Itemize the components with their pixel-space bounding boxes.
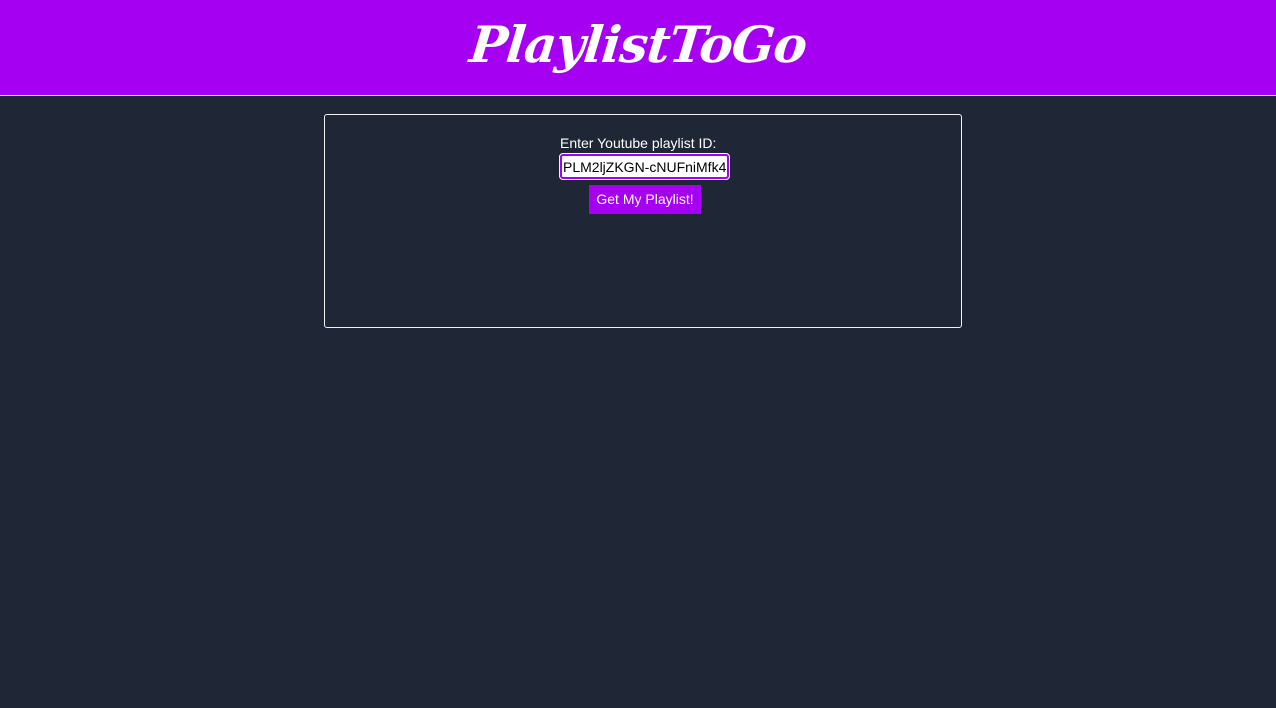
playlist-form: Enter Youtube playlist ID: Get My Playli… (559, 134, 730, 214)
playlist-card: Enter Youtube playlist ID: Get My Playli… (324, 114, 962, 328)
app-logo: PlaylistToGo (466, 14, 810, 74)
playlist-id-input[interactable] (559, 153, 730, 180)
get-playlist-button[interactable]: Get My Playlist! (589, 185, 701, 214)
header-bar: PlaylistToGo (0, 0, 1276, 96)
playlist-id-label: Enter Youtube playlist ID: (560, 135, 717, 151)
